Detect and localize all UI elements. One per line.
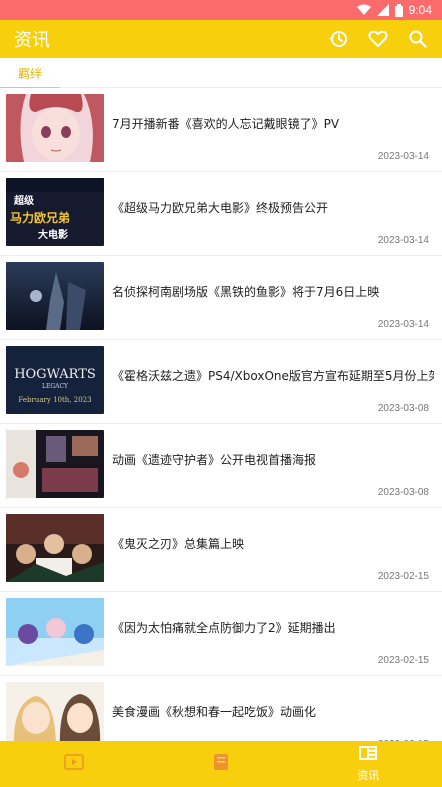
app-bar: 资讯 — [0, 20, 442, 58]
article-thumbnail — [6, 430, 104, 498]
news-icon — [358, 745, 378, 765]
list-item[interactable]: 美食漫画《秋想和春一起吃饭》动画化 2023-02-15 — [0, 676, 442, 741]
status-time: 9:04 — [408, 3, 432, 17]
article-title: 名侦探柯南剧场版《黑铁的鱼影》将于7月6日上映 — [112, 285, 380, 299]
video-icon — [63, 754, 84, 774]
nav-label: 资讯 — [357, 769, 380, 782]
search-icon[interactable] — [408, 29, 428, 49]
article-title: 7月开播新番《喜欢的人忘记戴眼镜了》PV — [112, 117, 340, 131]
bottom-nav: 资讯 — [0, 741, 442, 787]
article-date: 2023-03-08 — [377, 487, 429, 498]
article-date: 2023-03-14 — [377, 151, 429, 162]
list-item[interactable]: 名侦探柯南剧场版《黑铁的鱼影》将于7月6日上映 2023-03-14 — [0, 256, 442, 340]
article-date: 2023-02-15 — [377, 655, 429, 666]
nav-book[interactable] — [147, 741, 294, 787]
article-title: 《因为太怕痛就全点防御力了2》延期播出 — [112, 621, 336, 635]
wifi-icon — [356, 4, 371, 16]
thumb-text: HOGWARTS — [14, 367, 96, 382]
article-thumbnail: HOGWARTS LEGACY February 10th, 2023 — [6, 346, 104, 414]
article-title: 《超级马力欧兄弟大电影》终极预告公开 — [112, 201, 329, 215]
nav-news[interactable]: 资讯 — [295, 741, 442, 787]
thumb-text: LEGACY — [42, 383, 69, 390]
list-item[interactable]: 7月开播新番《喜欢的人忘记戴眼镜了》PV 2023-03-14 — [0, 88, 442, 172]
list-item[interactable]: 《鬼灭之刃》总集篇上映 2023-02-15 — [0, 508, 442, 592]
list-item[interactable]: HOGWARTS LEGACY February 10th, 2023 《霍格沃… — [0, 340, 442, 424]
thumb-text: 大电影 — [38, 228, 68, 241]
article-list: 7月开播新番《喜欢的人忘记戴眼镜了》PV 2023-03-14 超级 马力欧兄弟… — [0, 88, 442, 741]
thumb-text: 马力欧兄弟 — [10, 210, 70, 225]
status-bar: 9:04 — [0, 0, 442, 20]
book-icon — [213, 753, 229, 775]
article-title: 《霍格沃兹之遗》PS4/XboxOne版官方宣布延期至5月份上架 — [112, 369, 434, 383]
article-thumbnail — [6, 514, 104, 582]
article-date: 2023-03-14 — [377, 235, 429, 246]
nav-video[interactable] — [0, 741, 147, 787]
article-title: 动画《遗迹守护者》公开电视首播海报 — [112, 453, 317, 467]
tab-label: 羁绊 — [17, 66, 42, 81]
article-date: 2023-02-15 — [377, 571, 429, 582]
battery-icon — [394, 3, 403, 17]
tab-bar: 羁绊 — [0, 58, 442, 89]
article-thumbnail: 超级 马力欧兄弟 大电影 — [6, 178, 104, 246]
article-title: 美食漫画《秋想和春一起吃饭》动画化 — [112, 705, 317, 719]
article-date: 2023-03-14 — [377, 319, 429, 330]
thumb-text: February 10th, 2023 — [18, 396, 91, 404]
article-date: 2023-03-08 — [377, 403, 429, 414]
favorite-icon[interactable] — [368, 29, 388, 49]
article-thumbnail — [6, 94, 104, 162]
list-item[interactable]: 动画《遗迹守护者》公开电视首播海报 2023-03-08 — [0, 424, 442, 508]
article-thumbnail — [6, 262, 104, 330]
article-thumbnail — [6, 598, 104, 666]
thumb-text: 超级 — [13, 194, 35, 207]
history-icon[interactable] — [328, 29, 348, 49]
tab-jiban[interactable]: 羁绊 — [0, 58, 60, 89]
page-title: 资讯 — [14, 30, 50, 51]
list-item[interactable]: 超级 马力欧兄弟 大电影 《超级马力欧兄弟大电影》终极预告公开 2023-03-… — [0, 172, 442, 256]
signal-icon — [376, 4, 389, 16]
list-item[interactable]: 《因为太怕痛就全点防御力了2》延期播出 2023-02-15 — [0, 592, 442, 676]
article-title: 《鬼灭之刃》总集篇上映 — [112, 537, 245, 551]
article-thumbnail — [6, 682, 104, 741]
